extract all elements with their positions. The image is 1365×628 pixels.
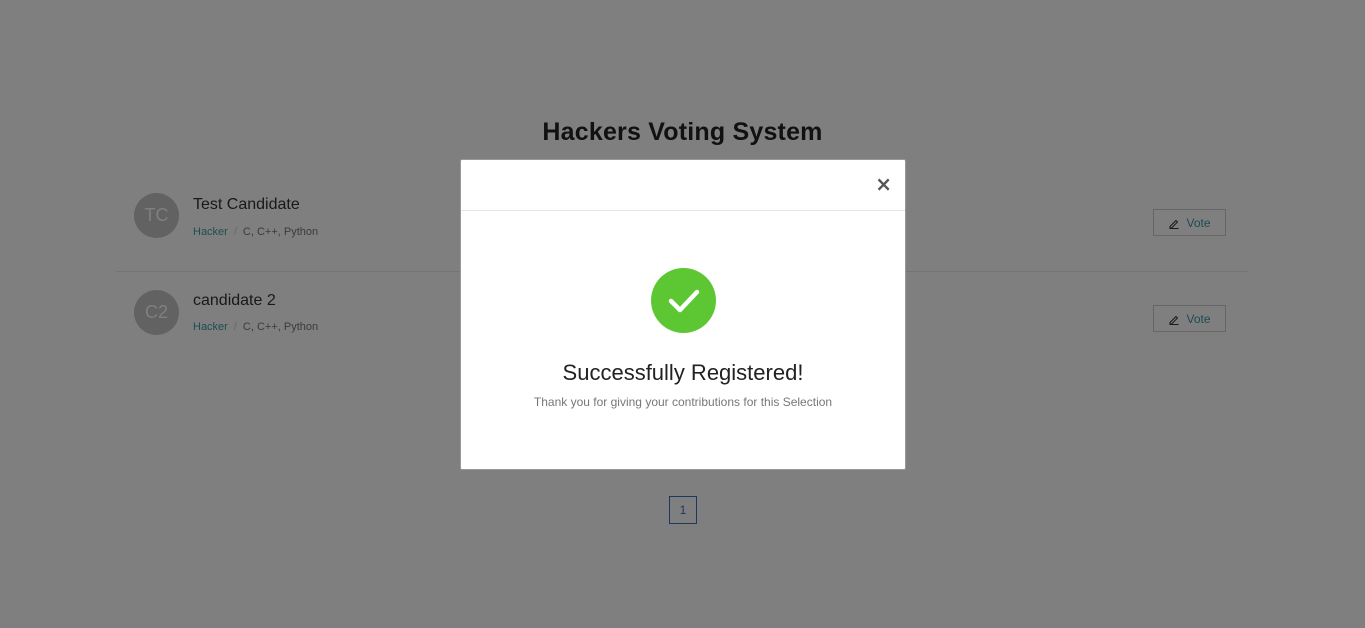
page: Hackers Voting System TC Test Candidate … (0, 0, 1365, 628)
modal-header: × (461, 160, 905, 211)
check-circle-icon (651, 268, 716, 333)
close-button[interactable]: × (875, 172, 892, 196)
modal-message: Thank you for giving your contributions … (533, 395, 833, 409)
success-modal: × Successfully Registered! Thank you for… (460, 159, 906, 470)
modal-title: Successfully Registered! (562, 360, 804, 385)
